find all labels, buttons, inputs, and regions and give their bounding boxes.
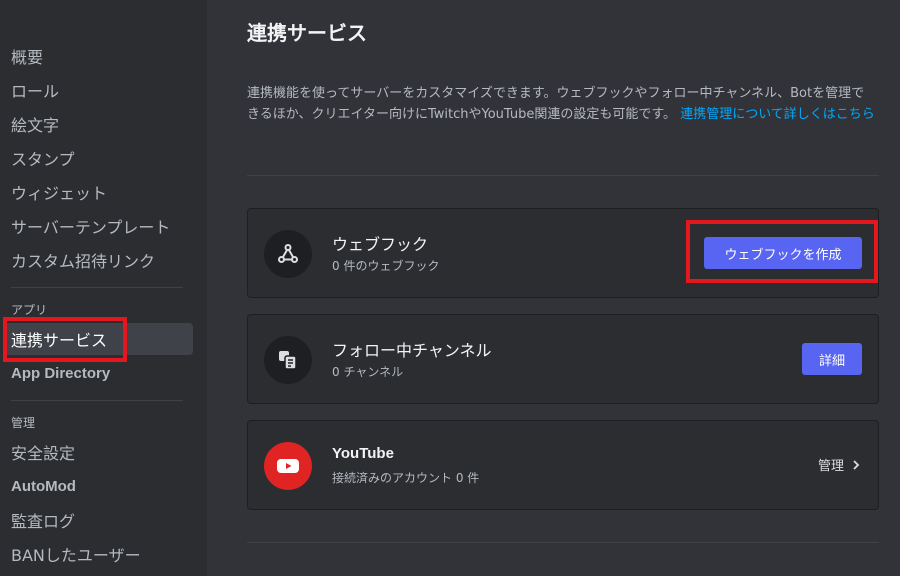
content-divider — [247, 542, 879, 543]
sidebar-divider — [11, 400, 183, 401]
sidebar-divider — [11, 287, 183, 288]
manage-label: 管理 — [817, 459, 844, 474]
sidebar-item-overview[interactable]: 概要 — [3, 40, 193, 72]
content-divider — [247, 175, 879, 176]
page-title: 連携サービス — [247, 21, 367, 45]
sidebar-item-integrations[interactable]: 連携サービス — [3, 323, 193, 355]
sidebar-item-widget[interactable]: ウィジェット — [3, 176, 193, 208]
followed-channels-title: フォロー中チャンネル — [332, 341, 492, 360]
learn-more-link[interactable]: 連携管理について詳しくはこちら — [680, 107, 875, 122]
youtube-icon — [264, 442, 312, 490]
youtube-connected-count: 接続済みのアカウント 0 件 — [332, 471, 480, 485]
sidebar-section-apps: アプリ — [11, 303, 48, 317]
sidebar-item-safety-setup[interactable]: 安全設定 — [3, 436, 193, 468]
youtube-title: YouTube — [332, 445, 394, 462]
create-webhook-button[interactable]: ウェブフックを作成 — [704, 237, 862, 269]
sidebar-item-roles[interactable]: ロール — [3, 74, 193, 106]
channel-follow-icon — [264, 336, 312, 384]
webhooks-count: 0 件のウェブフック — [332, 259, 440, 273]
webhook-icon — [264, 230, 312, 278]
sidebar-item-audit-log[interactable]: 監査ログ — [3, 504, 193, 536]
sidebar-item-emoji[interactable]: 絵文字 — [3, 108, 193, 140]
youtube-card[interactable]: YouTube 接続済みのアカウント 0 件 管理 — [247, 420, 879, 510]
manage-youtube-button[interactable]: 管理 — [818, 455, 860, 474]
sidebar-item-automod[interactable]: AutoMod — [3, 470, 193, 502]
followed-channels-card[interactable]: フォロー中チャンネル 0 チャンネル 詳細 — [247, 314, 879, 404]
view-details-button[interactable]: 詳細 — [802, 343, 862, 375]
sidebar-item-vanity-url[interactable]: カスタム招待リンク — [3, 244, 193, 276]
chevron-right-icon — [853, 459, 860, 470]
webhooks-card[interactable]: ウェブフック 0 件のウェブフック ウェブフックを作成 — [247, 208, 879, 298]
sidebar-item-stickers[interactable]: スタンプ — [3, 142, 193, 174]
page-description: 連携機能を使ってサーバーをカスタマイズできます。ウェブフックやフォロー中チャンネ… — [247, 83, 877, 125]
webhooks-title: ウェブフック — [332, 235, 429, 254]
sidebar-item-server-template[interactable]: サーバーテンプレート — [3, 210, 193, 242]
sidebar-section-moderation: 管理 — [11, 416, 36, 430]
sidebar-item-app-directory[interactable]: App Directory — [3, 357, 193, 389]
settings-sidebar: 概要 ロール 絵文字 スタンプ ウィジェット サーバーテンプレート カスタム招待… — [0, 0, 207, 576]
sidebar-item-bans[interactable]: BANしたユーザー — [3, 538, 193, 570]
followed-channels-count: 0 チャンネル — [332, 365, 404, 379]
